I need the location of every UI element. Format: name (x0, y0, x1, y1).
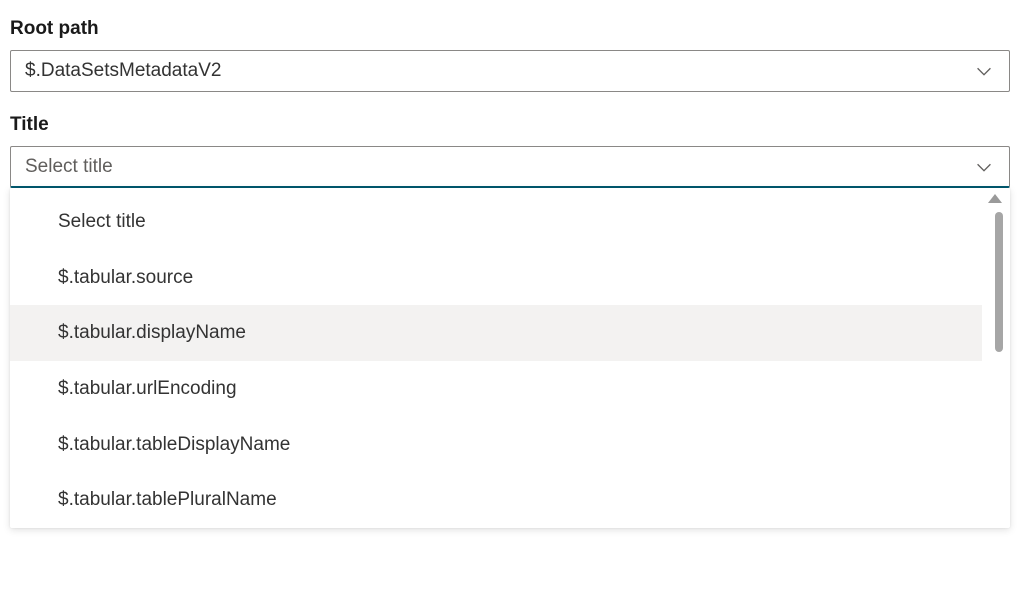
title-placeholder: Select title (25, 156, 973, 178)
title-option[interactable]: $.tabular.urlEncoding (10, 361, 982, 417)
chevron-down-icon (973, 60, 995, 82)
scroll-up-icon[interactable] (988, 194, 1002, 203)
title-combobox[interactable]: Select title (10, 146, 1010, 188)
root-path-label: Root path (10, 18, 1010, 40)
scrollbar-thumb[interactable] (995, 212, 1003, 352)
title-dropdown: Select title$.tabular.source$.tabular.di… (10, 188, 1010, 528)
title-option[interactable]: $.tabular.tablePluralName (10, 472, 982, 528)
title-option[interactable]: $.tabular.source (10, 250, 982, 306)
title-field: Title Select title Select title$.tabular… (10, 114, 1010, 528)
title-label: Title (10, 114, 1010, 136)
chevron-down-icon (973, 156, 995, 178)
root-path-field: Root path $.DataSetsMetadataV2 (10, 18, 1010, 92)
title-option[interactable]: $.tabular.displayName (10, 305, 982, 361)
title-option[interactable]: Select title (10, 194, 982, 250)
title-option[interactable]: $.tabular.tableDisplayName (10, 417, 982, 473)
root-path-combobox[interactable]: $.DataSetsMetadataV2 (10, 50, 1010, 92)
root-path-value: $.DataSetsMetadataV2 (25, 60, 973, 82)
